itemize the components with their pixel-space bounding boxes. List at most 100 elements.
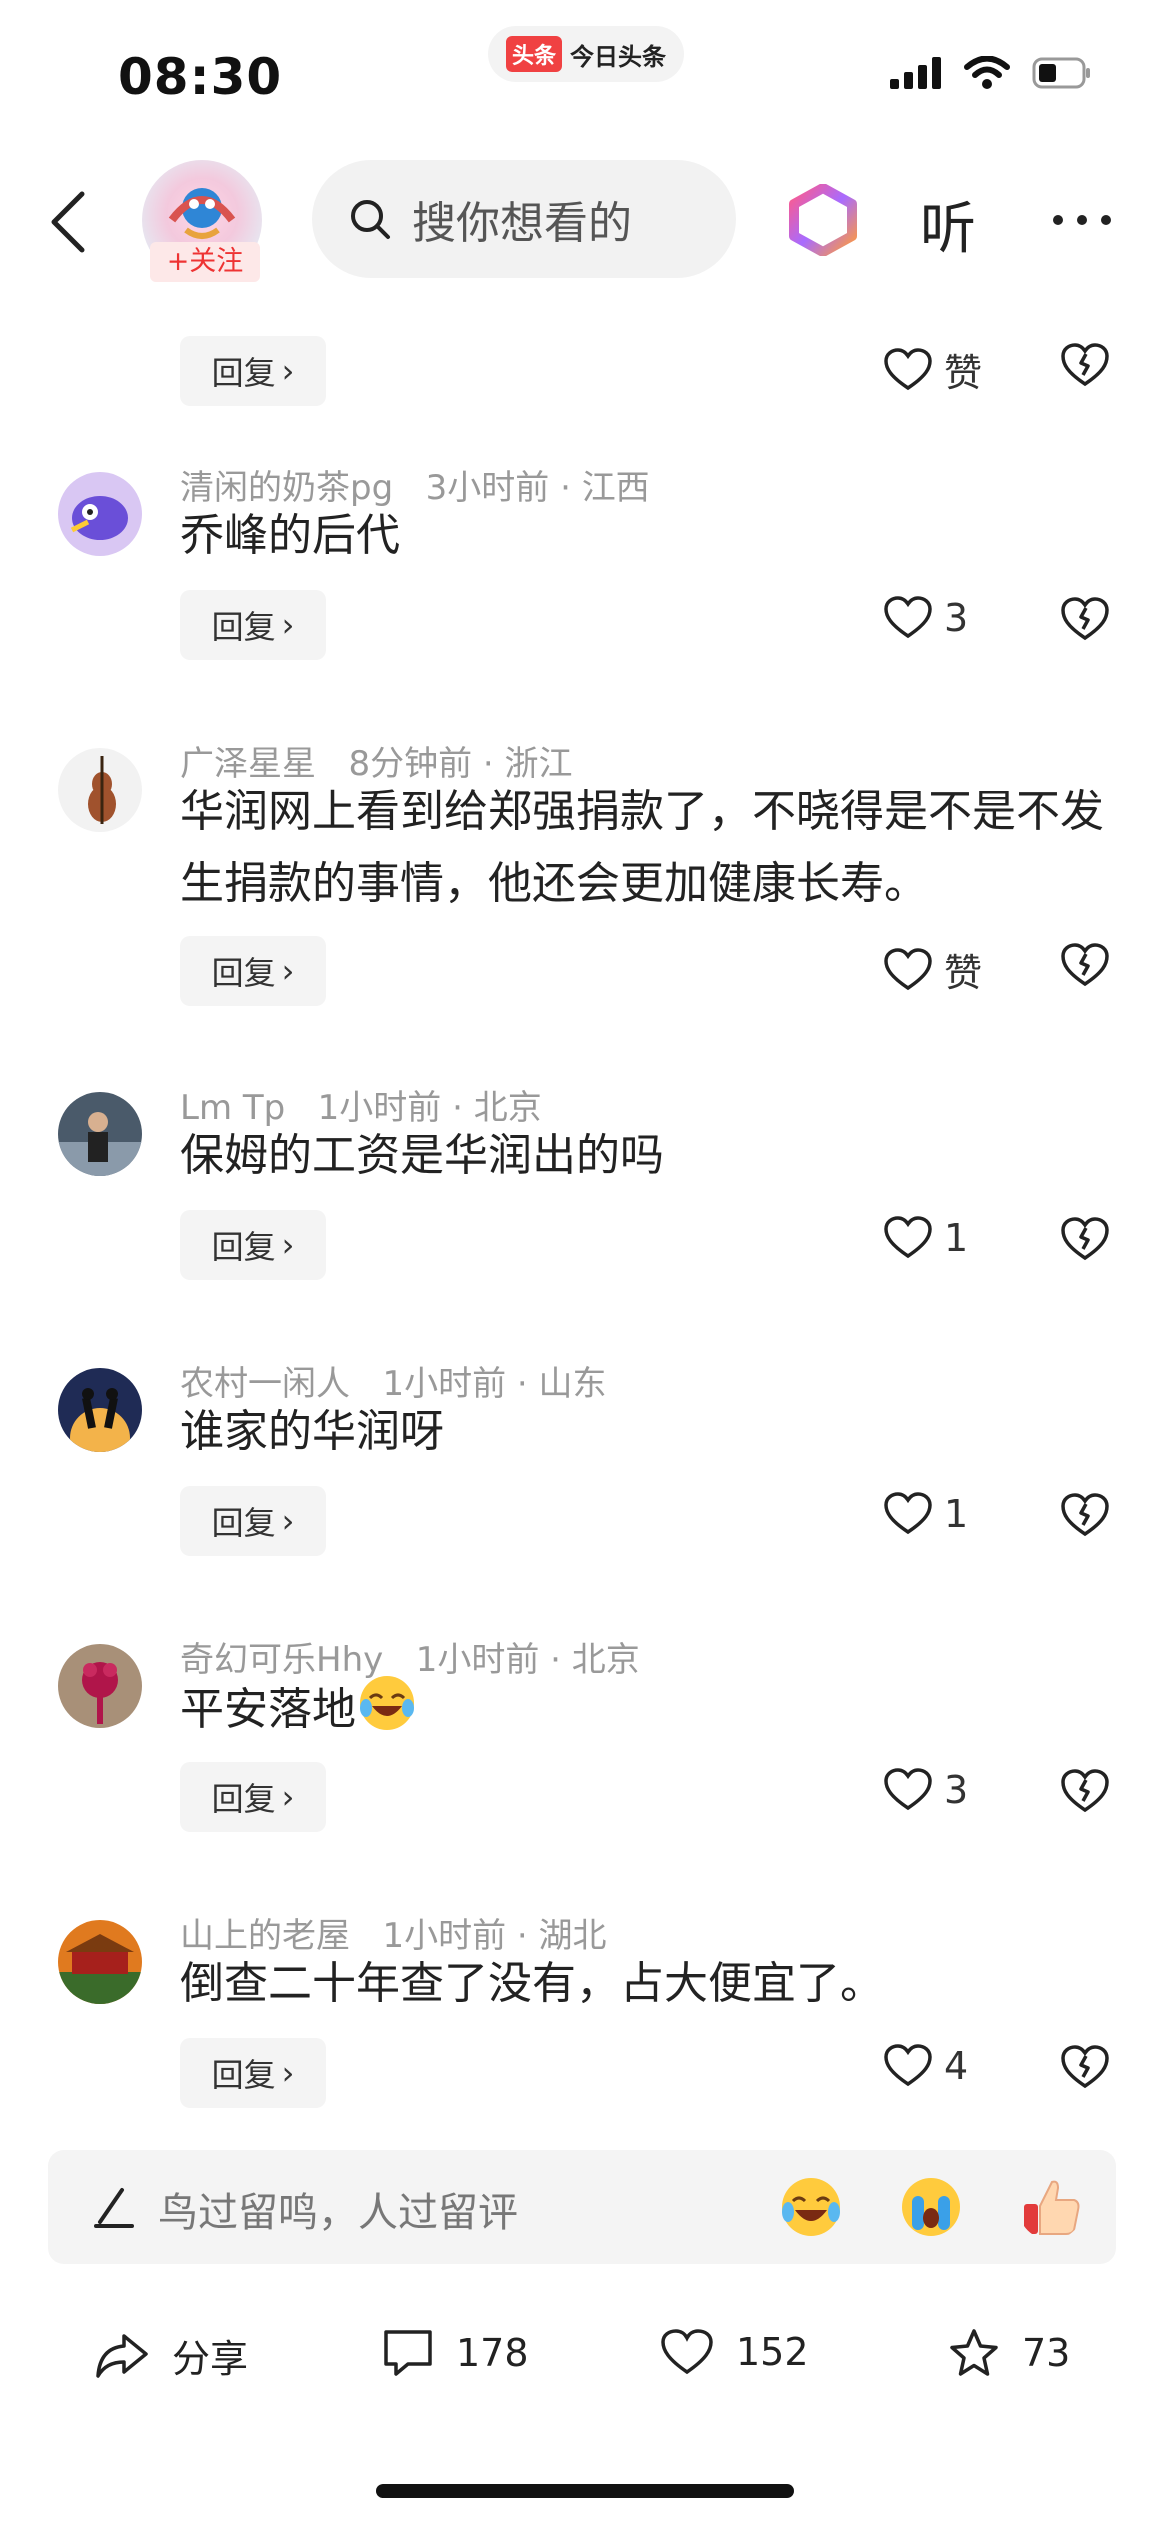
commenter-avatar[interactable]: [58, 472, 142, 556]
reply-button[interactable]: 回复 ›: [180, 336, 326, 406]
commenter-avatar[interactable]: [58, 1092, 142, 1176]
like-button[interactable]: 4: [884, 2044, 968, 2088]
chevron-right-icon: ›: [281, 1502, 295, 1540]
comments-button[interactable]: 178: [382, 2328, 529, 2378]
reply-label: 回复: [211, 954, 276, 992]
share-icon: [96, 2333, 148, 2378]
reply-button[interactable]: 回复 ›: [180, 1210, 326, 1280]
heart-icon: [884, 1768, 932, 1811]
dislike-icon[interactable]: [1060, 1492, 1110, 1538]
like-button[interactable]: 赞: [884, 942, 982, 997]
status-icons: [890, 56, 1092, 90]
comment-text-wrapper: 平安落地: [180, 1672, 1120, 1746]
like-count: 4: [944, 2044, 969, 2088]
status-bar: 08:30 头条 今日头条: [0, 0, 1170, 150]
more-icon[interactable]: [1050, 190, 1114, 250]
reply-label: 回复: [211, 1228, 276, 1266]
signal-icon: [890, 57, 941, 89]
bottom-action-bar: 分享 178 152 73: [0, 2300, 1170, 2420]
comment-text: 乔峰的后代: [180, 510, 400, 561]
share-label: 分享: [172, 2337, 249, 2381]
heart-icon: [661, 2329, 713, 2375]
app-logo: 头条: [505, 36, 562, 72]
heart-icon: [884, 347, 932, 390]
home-indicator[interactable]: [376, 2484, 794, 2498]
dislike-icon[interactable]: [1060, 942, 1110, 988]
like-count: 3: [944, 596, 969, 640]
wifi-icon: [964, 56, 1010, 89]
article-header: +关注 搜你想看的 听: [0, 150, 1170, 290]
crying-emoji[interactable]: [898, 2174, 964, 2240]
like-button[interactable]: 3: [884, 596, 968, 640]
search-input[interactable]: 搜你想看的: [312, 160, 736, 278]
like-count: 赞: [944, 351, 983, 395]
battery-icon: [1032, 57, 1090, 89]
dislike-icon[interactable]: [1060, 1216, 1110, 1262]
commenter-avatar[interactable]: [58, 748, 142, 832]
chevron-right-icon: ›: [281, 1778, 295, 1816]
like-count: 1: [944, 1492, 969, 1536]
like-count: 1: [944, 1216, 969, 1260]
commenter-avatar[interactable]: [58, 1644, 142, 1728]
likes-count: 152: [736, 2330, 809, 2374]
heart-icon: [884, 1492, 932, 1535]
comment-text: 保姆的工资是华润出的吗: [180, 1130, 664, 1181]
comment-text: 谁家的华润呀: [180, 1406, 444, 1457]
laugh-cry-emoji[interactable]: [778, 2174, 844, 2240]
chevron-right-icon: ›: [281, 352, 295, 390]
pen-icon: [94, 2188, 134, 2228]
reply-button[interactable]: 回复 ›: [180, 2038, 326, 2108]
thumbs-up-emoji[interactable]: [1018, 2174, 1084, 2240]
comment-text: 平安落地: [180, 1684, 356, 1735]
ai-assistant-icon[interactable]: [788, 184, 858, 256]
reply-label: 回复: [211, 1780, 276, 1818]
status-time: 08:30: [118, 48, 283, 106]
like-button[interactable]: 1: [884, 1492, 968, 1536]
favorites-count: 73: [1022, 2331, 1071, 2375]
commenter-avatar[interactable]: [58, 1920, 142, 2004]
dislike-icon[interactable]: [1060, 2044, 1110, 2090]
reply-label: 回复: [211, 2056, 276, 2094]
star-icon: [950, 2329, 998, 2376]
share-button[interactable]: 分享: [94, 2328, 248, 2383]
comment-text: 倒查二十年查了没有，占大便宜了。: [180, 1958, 884, 2009]
dislike-icon[interactable]: [1060, 596, 1110, 642]
reply-button[interactable]: 回复 ›: [180, 1762, 326, 1832]
commenter-avatar[interactable]: [58, 1368, 142, 1452]
chevron-right-icon: ›: [281, 606, 295, 644]
reply-button[interactable]: 回复 ›: [180, 590, 326, 660]
search-icon: [351, 200, 390, 239]
author-avatar[interactable]: +关注: [142, 160, 262, 282]
reply-button[interactable]: 回复 ›: [180, 936, 326, 1006]
comment-icon: [384, 2330, 432, 2376]
like-article-button[interactable]: 152: [660, 2328, 809, 2376]
comment-text: 华润网上看到给郑强捐款了，不晓得是不是不发生捐款的事情，他还会更加健康长寿。: [180, 786, 1104, 909]
app-indicator-pill[interactable]: 头条 今日头条: [488, 26, 684, 82]
reply-label: 回复: [211, 354, 276, 392]
comments-count: 178: [456, 2331, 529, 2375]
heart-icon: [884, 2044, 932, 2087]
chevron-right-icon: ›: [281, 2054, 295, 2092]
search-placeholder: 搜你想看的: [412, 198, 632, 249]
like-button[interactable]: 3: [884, 1768, 968, 1812]
reply-button[interactable]: 回复 ›: [180, 1486, 326, 1556]
comment-input[interactable]: 鸟过留鸣，人过留评: [48, 2150, 1116, 2264]
dislike-icon[interactable]: [1060, 342, 1110, 388]
app-name: 今日头条: [570, 42, 666, 71]
favorite-button[interactable]: 73: [948, 2328, 1070, 2378]
like-button[interactable]: 1: [884, 1216, 968, 1260]
heart-icon: [884, 1216, 932, 1259]
reply-label: 回复: [211, 1504, 276, 1542]
dislike-icon[interactable]: [1060, 1768, 1110, 1814]
heart-icon: [884, 947, 932, 990]
heart-icon: [884, 596, 932, 639]
chevron-right-icon: ›: [281, 952, 295, 990]
back-icon[interactable]: [48, 190, 88, 254]
chevron-right-icon: ›: [281, 1226, 295, 1264]
like-button[interactable]: 赞: [884, 342, 982, 397]
listen-button[interactable]: 听: [920, 184, 976, 265]
comment-input-placeholder: 鸟过留鸣，人过留评: [158, 2190, 518, 2236]
follow-button[interactable]: +关注: [150, 242, 260, 282]
like-count: 赞: [944, 951, 983, 995]
like-count: 3: [944, 1768, 969, 1812]
